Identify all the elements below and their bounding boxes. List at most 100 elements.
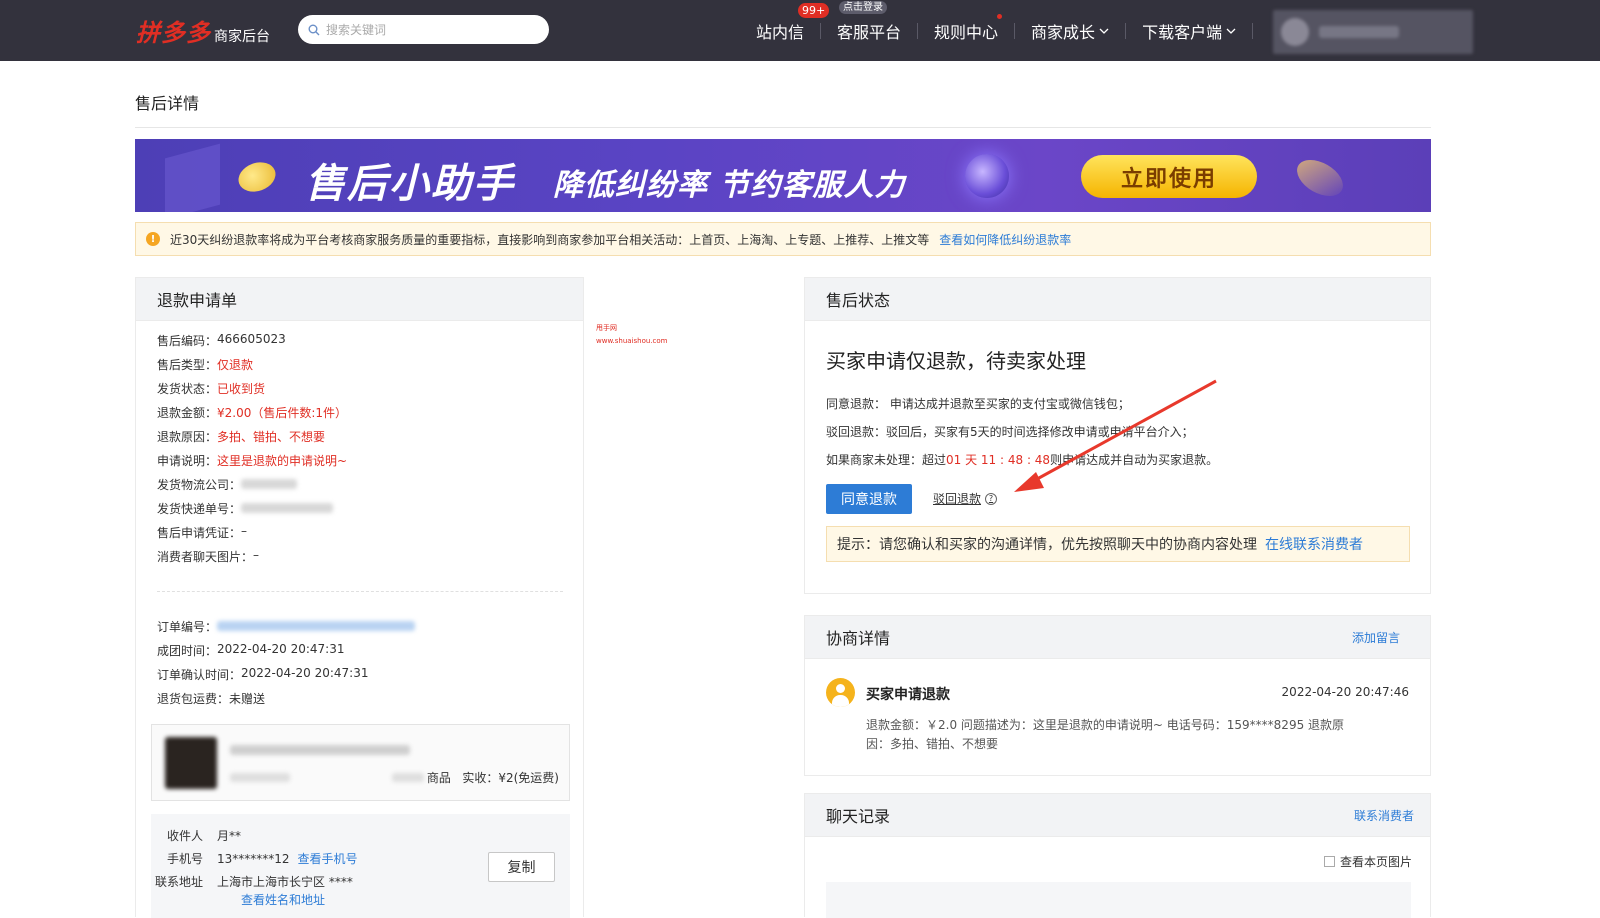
banner-decoration: [165, 143, 220, 212]
field-label: 退货包运费：: [157, 692, 230, 706]
receiver-label: 手机号: [166, 852, 203, 866]
product-paid: 实收：¥2(免运费): [462, 771, 559, 785]
field-request-note: 申请说明： 这里是退款的申请说明~: [157, 452, 347, 469]
nav-inbox[interactable]: 站内信 99+: [740, 2, 830, 43]
nav-merchant-growth[interactable]: 商家成长: [1015, 19, 1125, 43]
field-refund-amount: 退款金额： ¥2.00（售后件数:1件）: [157, 404, 347, 421]
tip-bar: 提示：请您确认和买家的沟通详情，优先按照聊天中的协商内容处理 在线联系消费者: [826, 526, 1410, 562]
warning-icon: !: [146, 232, 160, 246]
reject-refund-button[interactable]: 驳回退款 ?: [933, 490, 998, 507]
search-box[interactable]: [298, 15, 549, 44]
negotiation-entry-desc: 退款金额：￥2.0 问题描述为：这里是退款的申请说明~ 电话号码：159****…: [866, 718, 1345, 751]
agree-refund-button[interactable]: 同意退款: [826, 484, 912, 514]
field-chat-images: 消费者聊天图片： –: [157, 548, 259, 565]
receiver-address-row: 联系地址 上海市上海市长宁区 ****: [151, 873, 353, 890]
field-value: 这里是退款的申请说明~: [217, 454, 348, 468]
logo[interactable]: 拼多多 商家后台: [136, 13, 270, 48]
view-name-address-link[interactable]: 查看姓名和地址: [241, 891, 325, 908]
contact-consumer-link[interactable]: 联系消费者: [1354, 807, 1414, 824]
panel-title: 协商详情 添加留言: [805, 616, 1430, 659]
panel-title: 退款申请单: [136, 278, 583, 321]
field-value: 2022-04-20 20:47:31: [241, 666, 369, 680]
add-note-link[interactable]: 添加留言: [1352, 629, 1400, 646]
help-icon[interactable]: ?: [985, 492, 998, 505]
field-order-number: 订单编号：: [157, 618, 416, 635]
negotiation-entry-title: 买家申请退款: [866, 687, 950, 703]
chat-history-panel: 聊天记录 联系消费者 查看本页图片: [804, 793, 1431, 918]
chevron-down-icon: [1099, 28, 1109, 34]
field-value: 多拍、错拍、不想要: [217, 430, 326, 444]
copy-button[interactable]: 复制: [488, 852, 555, 882]
search-input[interactable]: [326, 22, 526, 37]
nav-merchant-growth-label: 商家成长: [1031, 22, 1096, 42]
nav-rules-center[interactable]: 规则中心: [918, 13, 1014, 43]
banner-decoration: [1290, 152, 1350, 204]
use-now-button[interactable]: 立即使用: [1081, 155, 1257, 198]
brand-logo-text: 拼多多: [136, 19, 211, 47]
field-after-sale-id: 售后编码： 466605023: [157, 332, 286, 349]
search-icon: [308, 24, 320, 35]
nav-download-client[interactable]: 下载客户端: [1126, 19, 1252, 43]
field-value: 466605023: [217, 332, 286, 346]
receiver-phone-row: 手机号 13*******12 查看手机号: [151, 850, 358, 867]
field-confirm-time: 订单确认时间： 2022-04-20 20:47:31: [157, 666, 368, 683]
nav-customer-service[interactable]: 客服平台 点击登录: [821, 0, 917, 43]
product-title-redacted: [230, 745, 410, 755]
contact-consumer-link[interactable]: 在线联系消费者: [1265, 534, 1363, 554]
banner-subtitle: 降低纠纷率 节约客服人力: [553, 168, 906, 203]
field-label: 退款原因：: [157, 430, 218, 444]
field-group-time: 成团时间： 2022-04-20 20:47:31: [157, 642, 344, 659]
nav-customer-service-label: 客服平台: [837, 22, 902, 42]
buyer-avatar-icon: [826, 678, 855, 707]
field-shipping-status: 发货状态： 已收到货: [157, 380, 265, 397]
panel-title-text: 售后状态: [826, 291, 891, 310]
coin-icon: [234, 157, 280, 197]
product-thumbnail: [165, 737, 217, 789]
field-evidence: 售后申请凭证： –: [157, 524, 247, 541]
checkbox[interactable]: [1323, 856, 1335, 867]
panel-title-text: 聊天记录: [826, 807, 891, 826]
field-return-shipping: 退货包运费： 未赠送: [157, 690, 265, 707]
receiver-info: 收件人 月** 手机号 13*******12 查看手机号 联系地址 上海市上海市长宁区…: [151, 814, 570, 918]
banner-title: 售后小助手: [305, 161, 515, 207]
notification-dot: [997, 13, 1003, 19]
divider: [135, 127, 1431, 128]
redacted-value: [241, 503, 334, 513]
field-value: 已收到货: [217, 382, 266, 396]
promo-banner[interactable]: 售后小助手 降低纠纷率 节约客服人力 立即使用: [135, 139, 1431, 212]
user-name-blurred: [1319, 26, 1399, 38]
field-label: 消费者聊天图片：: [157, 550, 254, 564]
field-tracking-number: 发货快递单号：: [157, 500, 334, 517]
redacted-value: [241, 479, 298, 489]
watermark: 甩手网 www.shuaishou.com: [596, 322, 668, 348]
avatar: [1281, 18, 1309, 46]
receiver-address: 上海市上海市长宁区 ****: [217, 875, 353, 889]
receiver-name: 月**: [217, 829, 242, 843]
chevron-down-icon: [1226, 28, 1236, 34]
field-label: 退款金额：: [157, 406, 218, 420]
product-unit: 商品: [426, 771, 451, 785]
field-label: 申请说明：: [157, 454, 218, 468]
field-value: –: [241, 524, 248, 538]
top-navigation-bar: 拼多多 商家后台 站内信 99+ 客服平台 点击登录 规则中心 商家成长 下载客…: [0, 0, 1600, 61]
field-value: 2022-04-20 20:47:31: [217, 642, 345, 656]
view-phone-link[interactable]: 查看手机号: [298, 852, 358, 866]
brand-subtitle: 商家后台: [214, 29, 270, 45]
field-label: 售后类型：: [157, 358, 218, 372]
notice-link[interactable]: 查看如何降低纠纷退款率: [939, 231, 1071, 248]
product-card[interactable]: 商品 实收：¥2(免运费): [151, 724, 570, 801]
receiver-label: 收件人: [166, 829, 203, 843]
redacted-order-link[interactable]: [217, 621, 416, 631]
field-value: –: [253, 548, 260, 562]
user-account-menu[interactable]: [1273, 10, 1473, 54]
field-label: 订单编号：: [157, 620, 218, 634]
field-label: 订单确认时间：: [157, 668, 242, 682]
reject-refund-label: 驳回退款: [933, 492, 982, 506]
tip-text: 提示：请您确认和买家的沟通详情，优先按照聊天中的协商内容处理: [837, 537, 1257, 553]
watermark-line: www.shuaishou.com: [596, 337, 668, 345]
receiver-label: 联系地址: [154, 875, 203, 889]
show-images-checkbox[interactable]: 查看本页图片: [1323, 853, 1412, 870]
login-hint-bubble[interactable]: 点击登录: [839, 0, 888, 14]
unread-badge: 99+: [798, 2, 830, 18]
chat-area: [826, 882, 1411, 918]
